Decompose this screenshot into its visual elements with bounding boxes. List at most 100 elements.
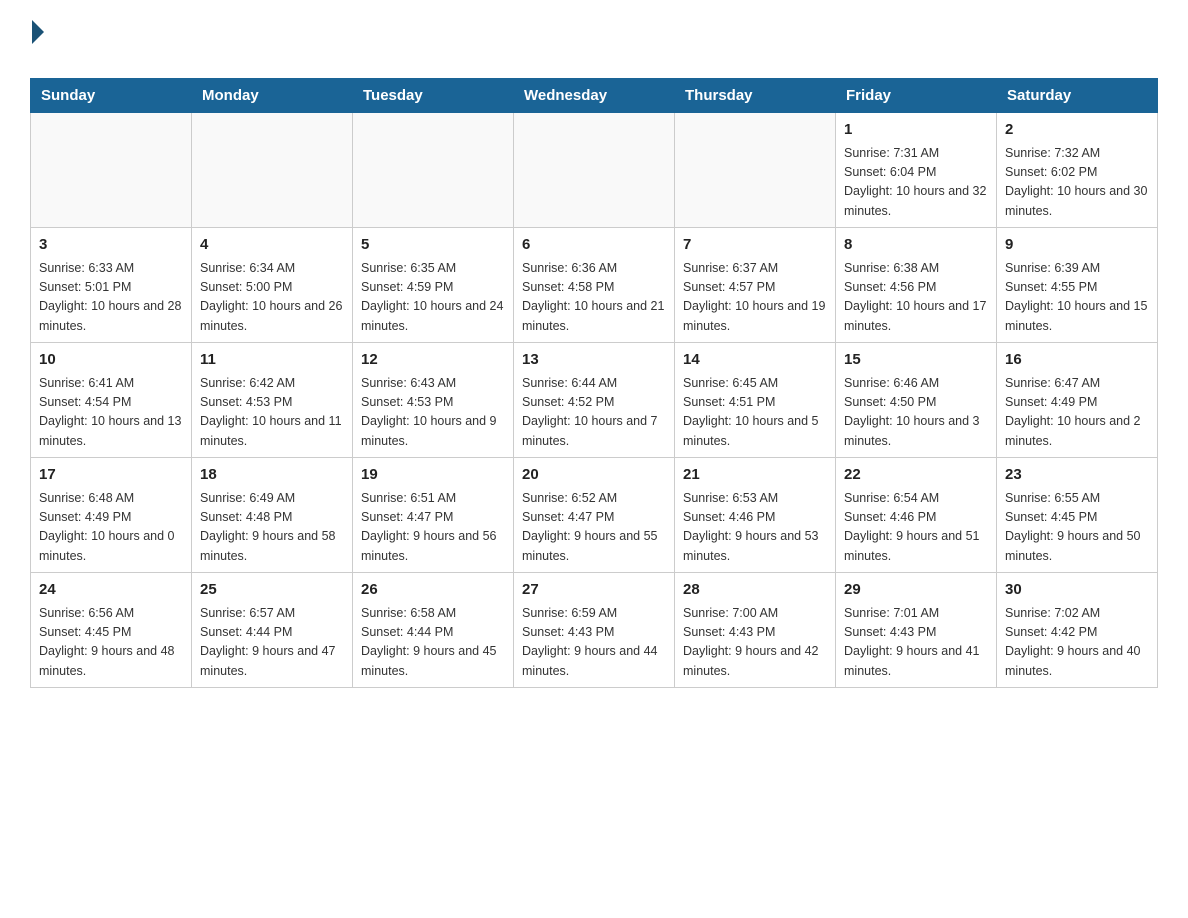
day-info: Sunrise: 7:32 AM Sunset: 6:02 PM Dayligh… (1005, 144, 1149, 222)
calendar-cell: 4Sunrise: 6:34 AM Sunset: 5:00 PM Daylig… (192, 228, 353, 343)
weekday-header-sunday: Sunday (31, 79, 192, 113)
calendar-cell: 27Sunrise: 6:59 AM Sunset: 4:43 PM Dayli… (514, 573, 675, 688)
calendar-cell: 8Sunrise: 6:38 AM Sunset: 4:56 PM Daylig… (836, 228, 997, 343)
logo-blue-text (30, 44, 32, 61)
day-number: 23 (1005, 464, 1149, 487)
logo-arrow-icon (32, 20, 44, 44)
day-number: 16 (1005, 349, 1149, 372)
day-number: 21 (683, 464, 827, 487)
day-number: 26 (361, 579, 505, 602)
day-number: 6 (522, 234, 666, 257)
day-number: 13 (522, 349, 666, 372)
calendar-week-row: 24Sunrise: 6:56 AM Sunset: 4:45 PM Dayli… (31, 573, 1158, 688)
day-info: Sunrise: 6:42 AM Sunset: 4:53 PM Dayligh… (200, 374, 344, 452)
weekday-header-wednesday: Wednesday (514, 79, 675, 113)
calendar-cell: 2Sunrise: 7:32 AM Sunset: 6:02 PM Daylig… (997, 113, 1158, 228)
calendar-cell: 20Sunrise: 6:52 AM Sunset: 4:47 PM Dayli… (514, 458, 675, 573)
calendar-week-row: 10Sunrise: 6:41 AM Sunset: 4:54 PM Dayli… (31, 343, 1158, 458)
day-number: 7 (683, 234, 827, 257)
day-number: 15 (844, 349, 988, 372)
day-number: 1 (844, 119, 988, 142)
day-info: Sunrise: 6:46 AM Sunset: 4:50 PM Dayligh… (844, 374, 988, 452)
day-number: 25 (200, 579, 344, 602)
day-info: Sunrise: 6:33 AM Sunset: 5:01 PM Dayligh… (39, 259, 183, 337)
calendar-cell: 12Sunrise: 6:43 AM Sunset: 4:53 PM Dayli… (353, 343, 514, 458)
calendar-cell: 26Sunrise: 6:58 AM Sunset: 4:44 PM Dayli… (353, 573, 514, 688)
calendar-cell: 19Sunrise: 6:51 AM Sunset: 4:47 PM Dayli… (353, 458, 514, 573)
calendar-cell: 28Sunrise: 7:00 AM Sunset: 4:43 PM Dayli… (675, 573, 836, 688)
calendar-cell: 10Sunrise: 6:41 AM Sunset: 4:54 PM Dayli… (31, 343, 192, 458)
day-info: Sunrise: 6:51 AM Sunset: 4:47 PM Dayligh… (361, 489, 505, 567)
weekday-header-monday: Monday (192, 79, 353, 113)
day-number: 24 (39, 579, 183, 602)
day-info: Sunrise: 6:55 AM Sunset: 4:45 PM Dayligh… (1005, 489, 1149, 567)
day-info: Sunrise: 6:54 AM Sunset: 4:46 PM Dayligh… (844, 489, 988, 567)
weekday-header-saturday: Saturday (997, 79, 1158, 113)
calendar-header-row: SundayMondayTuesdayWednesdayThursdayFrid… (31, 79, 1158, 113)
day-number: 12 (361, 349, 505, 372)
day-info: Sunrise: 6:56 AM Sunset: 4:45 PM Dayligh… (39, 604, 183, 682)
day-info: Sunrise: 6:52 AM Sunset: 4:47 PM Dayligh… (522, 489, 666, 567)
calendar-cell (353, 113, 514, 228)
day-number: 8 (844, 234, 988, 257)
day-info: Sunrise: 6:38 AM Sunset: 4:56 PM Dayligh… (844, 259, 988, 337)
day-info: Sunrise: 6:57 AM Sunset: 4:44 PM Dayligh… (200, 604, 344, 682)
day-info: Sunrise: 6:35 AM Sunset: 4:59 PM Dayligh… (361, 259, 505, 337)
weekday-header-tuesday: Tuesday (353, 79, 514, 113)
day-info: Sunrise: 6:47 AM Sunset: 4:49 PM Dayligh… (1005, 374, 1149, 452)
day-info: Sunrise: 6:34 AM Sunset: 5:00 PM Dayligh… (200, 259, 344, 337)
day-info: Sunrise: 6:58 AM Sunset: 4:44 PM Dayligh… (361, 604, 505, 682)
day-number: 9 (1005, 234, 1149, 257)
logo (30, 20, 46, 62)
calendar-cell: 18Sunrise: 6:49 AM Sunset: 4:48 PM Dayli… (192, 458, 353, 573)
day-info: Sunrise: 6:44 AM Sunset: 4:52 PM Dayligh… (522, 374, 666, 452)
day-number: 18 (200, 464, 344, 487)
day-info: Sunrise: 6:48 AM Sunset: 4:49 PM Dayligh… (39, 489, 183, 567)
calendar-cell (514, 113, 675, 228)
day-number: 19 (361, 464, 505, 487)
day-number: 14 (683, 349, 827, 372)
day-number: 11 (200, 349, 344, 372)
day-info: Sunrise: 6:53 AM Sunset: 4:46 PM Dayligh… (683, 489, 827, 567)
day-info: Sunrise: 6:39 AM Sunset: 4:55 PM Dayligh… (1005, 259, 1149, 337)
calendar-cell: 15Sunrise: 6:46 AM Sunset: 4:50 PM Dayli… (836, 343, 997, 458)
day-info: Sunrise: 7:01 AM Sunset: 4:43 PM Dayligh… (844, 604, 988, 682)
weekday-header-thursday: Thursday (675, 79, 836, 113)
day-info: Sunrise: 6:45 AM Sunset: 4:51 PM Dayligh… (683, 374, 827, 452)
calendar-cell: 6Sunrise: 6:36 AM Sunset: 4:58 PM Daylig… (514, 228, 675, 343)
day-number: 5 (361, 234, 505, 257)
day-number: 17 (39, 464, 183, 487)
calendar-cell: 23Sunrise: 6:55 AM Sunset: 4:45 PM Dayli… (997, 458, 1158, 573)
day-info: Sunrise: 6:36 AM Sunset: 4:58 PM Dayligh… (522, 259, 666, 337)
day-info: Sunrise: 6:37 AM Sunset: 4:57 PM Dayligh… (683, 259, 827, 337)
day-number: 20 (522, 464, 666, 487)
day-info: Sunrise: 6:41 AM Sunset: 4:54 PM Dayligh… (39, 374, 183, 452)
weekday-header-friday: Friday (836, 79, 997, 113)
day-number: 4 (200, 234, 344, 257)
day-number: 2 (1005, 119, 1149, 142)
day-number: 27 (522, 579, 666, 602)
day-info: Sunrise: 7:00 AM Sunset: 4:43 PM Dayligh… (683, 604, 827, 682)
calendar-week-row: 3Sunrise: 6:33 AM Sunset: 5:01 PM Daylig… (31, 228, 1158, 343)
calendar-cell: 3Sunrise: 6:33 AM Sunset: 5:01 PM Daylig… (31, 228, 192, 343)
calendar-cell: 22Sunrise: 6:54 AM Sunset: 4:46 PM Dayli… (836, 458, 997, 573)
day-number: 3 (39, 234, 183, 257)
day-number: 29 (844, 579, 988, 602)
calendar-cell: 21Sunrise: 6:53 AM Sunset: 4:46 PM Dayli… (675, 458, 836, 573)
day-number: 28 (683, 579, 827, 602)
calendar-cell: 11Sunrise: 6:42 AM Sunset: 4:53 PM Dayli… (192, 343, 353, 458)
calendar-table: SundayMondayTuesdayWednesdayThursdayFrid… (30, 78, 1158, 688)
calendar-cell: 16Sunrise: 6:47 AM Sunset: 4:49 PM Dayli… (997, 343, 1158, 458)
calendar-cell: 25Sunrise: 6:57 AM Sunset: 4:44 PM Dayli… (192, 573, 353, 688)
calendar-cell (675, 113, 836, 228)
calendar-cell: 17Sunrise: 6:48 AM Sunset: 4:49 PM Dayli… (31, 458, 192, 573)
day-info: Sunrise: 7:31 AM Sunset: 6:04 PM Dayligh… (844, 144, 988, 222)
calendar-cell: 30Sunrise: 7:02 AM Sunset: 4:42 PM Dayli… (997, 573, 1158, 688)
calendar-cell (31, 113, 192, 228)
calendar-cell: 13Sunrise: 6:44 AM Sunset: 4:52 PM Dayli… (514, 343, 675, 458)
day-info: Sunrise: 6:43 AM Sunset: 4:53 PM Dayligh… (361, 374, 505, 452)
calendar-cell: 24Sunrise: 6:56 AM Sunset: 4:45 PM Dayli… (31, 573, 192, 688)
day-info: Sunrise: 7:02 AM Sunset: 4:42 PM Dayligh… (1005, 604, 1149, 682)
day-number: 30 (1005, 579, 1149, 602)
day-number: 10 (39, 349, 183, 372)
